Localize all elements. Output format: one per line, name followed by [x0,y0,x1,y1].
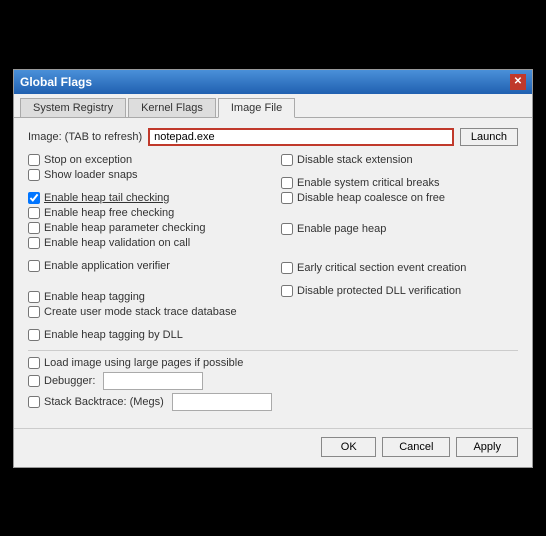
stack-trace-row: Create user mode stack trace database [28,306,265,318]
show-loader-snaps-label: Show loader snaps [44,169,138,181]
app-verifier-label: Enable application verifier [44,260,170,272]
main-two-col: Stop on exception Show loader snaps Enab… [28,154,518,344]
heap-free-label: Enable heap free checking [44,207,174,219]
title-bar: Global Flags ✕ [14,70,532,94]
heap-param-row: Enable heap parameter checking [28,222,265,234]
large-pages-row: Load image using large pages if possible [28,357,518,369]
debugger-row: Debugger: [28,372,518,390]
system-critical-row: Enable system critical breaks [281,177,518,189]
system-critical-checkbox[interactable] [281,177,293,189]
stack-backtrace-input[interactable] [172,393,272,411]
disable-stack-ext-row: Disable stack extension [281,154,518,166]
heap-free-checkbox[interactable] [28,207,40,219]
show-loader-snaps-row: Show loader snaps [28,169,265,181]
early-critical-row: Early critical section event creation [281,262,518,274]
dll-tagging-checkbox[interactable] [28,329,40,341]
system-critical-label: Enable system critical breaks [297,177,439,189]
debugger-label: Debugger: [44,375,95,387]
debugger-checkbox[interactable] [28,375,40,387]
heap-validation-label: Enable heap validation on call [44,237,190,249]
image-label: Image: (TAB to refresh) [28,131,142,143]
app-verifier-checkbox[interactable] [28,260,40,272]
app-verifier-row: Enable application verifier [28,260,265,272]
large-pages-label: Load image using large pages if possible [44,357,243,369]
heap-tagging-row: Enable heap tagging [28,291,265,303]
protected-dll-label: Disable protected DLL verification [297,285,461,297]
dll-tagging-row: Enable heap tagging by DLL [28,329,265,341]
heap-validation-checkbox[interactable] [28,237,40,249]
stack-trace-checkbox[interactable] [28,306,40,318]
tab-kernel-flags[interactable]: Kernel Flags [128,98,216,117]
launch-button[interactable]: Launch [460,128,518,146]
image-row: Image: (TAB to refresh) Launch [28,128,518,146]
show-loader-snaps-checkbox[interactable] [28,169,40,181]
disable-stack-ext-checkbox[interactable] [281,154,293,166]
tab-image-file[interactable]: Image File [218,98,295,118]
cancel-button[interactable]: Cancel [382,437,450,457]
stack-trace-label: Create user mode stack trace database [44,306,237,318]
heap-coalesce-label: Disable heap coalesce on free [297,192,445,204]
heap-tagging-label: Enable heap tagging [44,291,145,303]
early-critical-label: Early critical section event creation [297,262,466,274]
close-button[interactable]: ✕ [510,74,526,90]
protected-dll-checkbox[interactable] [281,285,293,297]
divider [28,350,518,351]
footer: OK Cancel Apply [14,428,532,467]
early-critical-checkbox[interactable] [281,262,293,274]
right-column: Disable stack extension Enable system cr… [273,154,518,344]
apply-button[interactable]: Apply [456,437,518,457]
page-heap-checkbox[interactable] [281,223,293,235]
window-title: Global Flags [20,75,92,89]
global-flags-window: Global Flags ✕ System Registry Kernel Fl… [13,69,533,468]
stack-backtrace-label: Stack Backtrace: (Megs) [44,396,164,408]
image-input-wrap [148,128,454,146]
heap-tail-row: Enable heap tail checking [28,192,265,204]
heap-validation-row: Enable heap validation on call [28,237,265,249]
protected-dll-row: Disable protected DLL verification [281,285,518,297]
image-input[interactable] [154,131,448,143]
page-heap-row: Enable page heap [281,223,518,235]
tab-bar: System Registry Kernel Flags Image File [14,94,532,118]
heap-coalesce-checkbox[interactable] [281,192,293,204]
tab-system-registry[interactable]: System Registry [20,98,126,117]
heap-tagging-checkbox[interactable] [28,291,40,303]
ok-button[interactable]: OK [321,437,376,457]
stack-backtrace-row: Stack Backtrace: (Megs) [28,393,518,411]
stop-exception-checkbox[interactable] [28,154,40,166]
stop-exception-row: Stop on exception [28,154,265,166]
stack-backtrace-checkbox[interactable] [28,396,40,408]
disable-stack-ext-label: Disable stack extension [297,154,413,166]
large-pages-checkbox[interactable] [28,357,40,369]
page-heap-label: Enable page heap [297,223,386,235]
stop-exception-label: Stop on exception [44,154,132,166]
heap-param-checkbox[interactable] [28,222,40,234]
tab-content: Image: (TAB to refresh) Launch Stop on e… [14,118,532,424]
heap-param-label: Enable heap parameter checking [44,222,205,234]
dll-tagging-label: Enable heap tagging by DLL [44,329,183,341]
heap-tail-checkbox[interactable] [28,192,40,204]
heap-coalesce-row: Disable heap coalesce on free [281,192,518,204]
heap-tail-label: Enable heap tail checking [44,192,169,204]
heap-free-row: Enable heap free checking [28,207,265,219]
left-column: Stop on exception Show loader snaps Enab… [28,154,273,344]
debugger-input[interactable] [103,372,203,390]
